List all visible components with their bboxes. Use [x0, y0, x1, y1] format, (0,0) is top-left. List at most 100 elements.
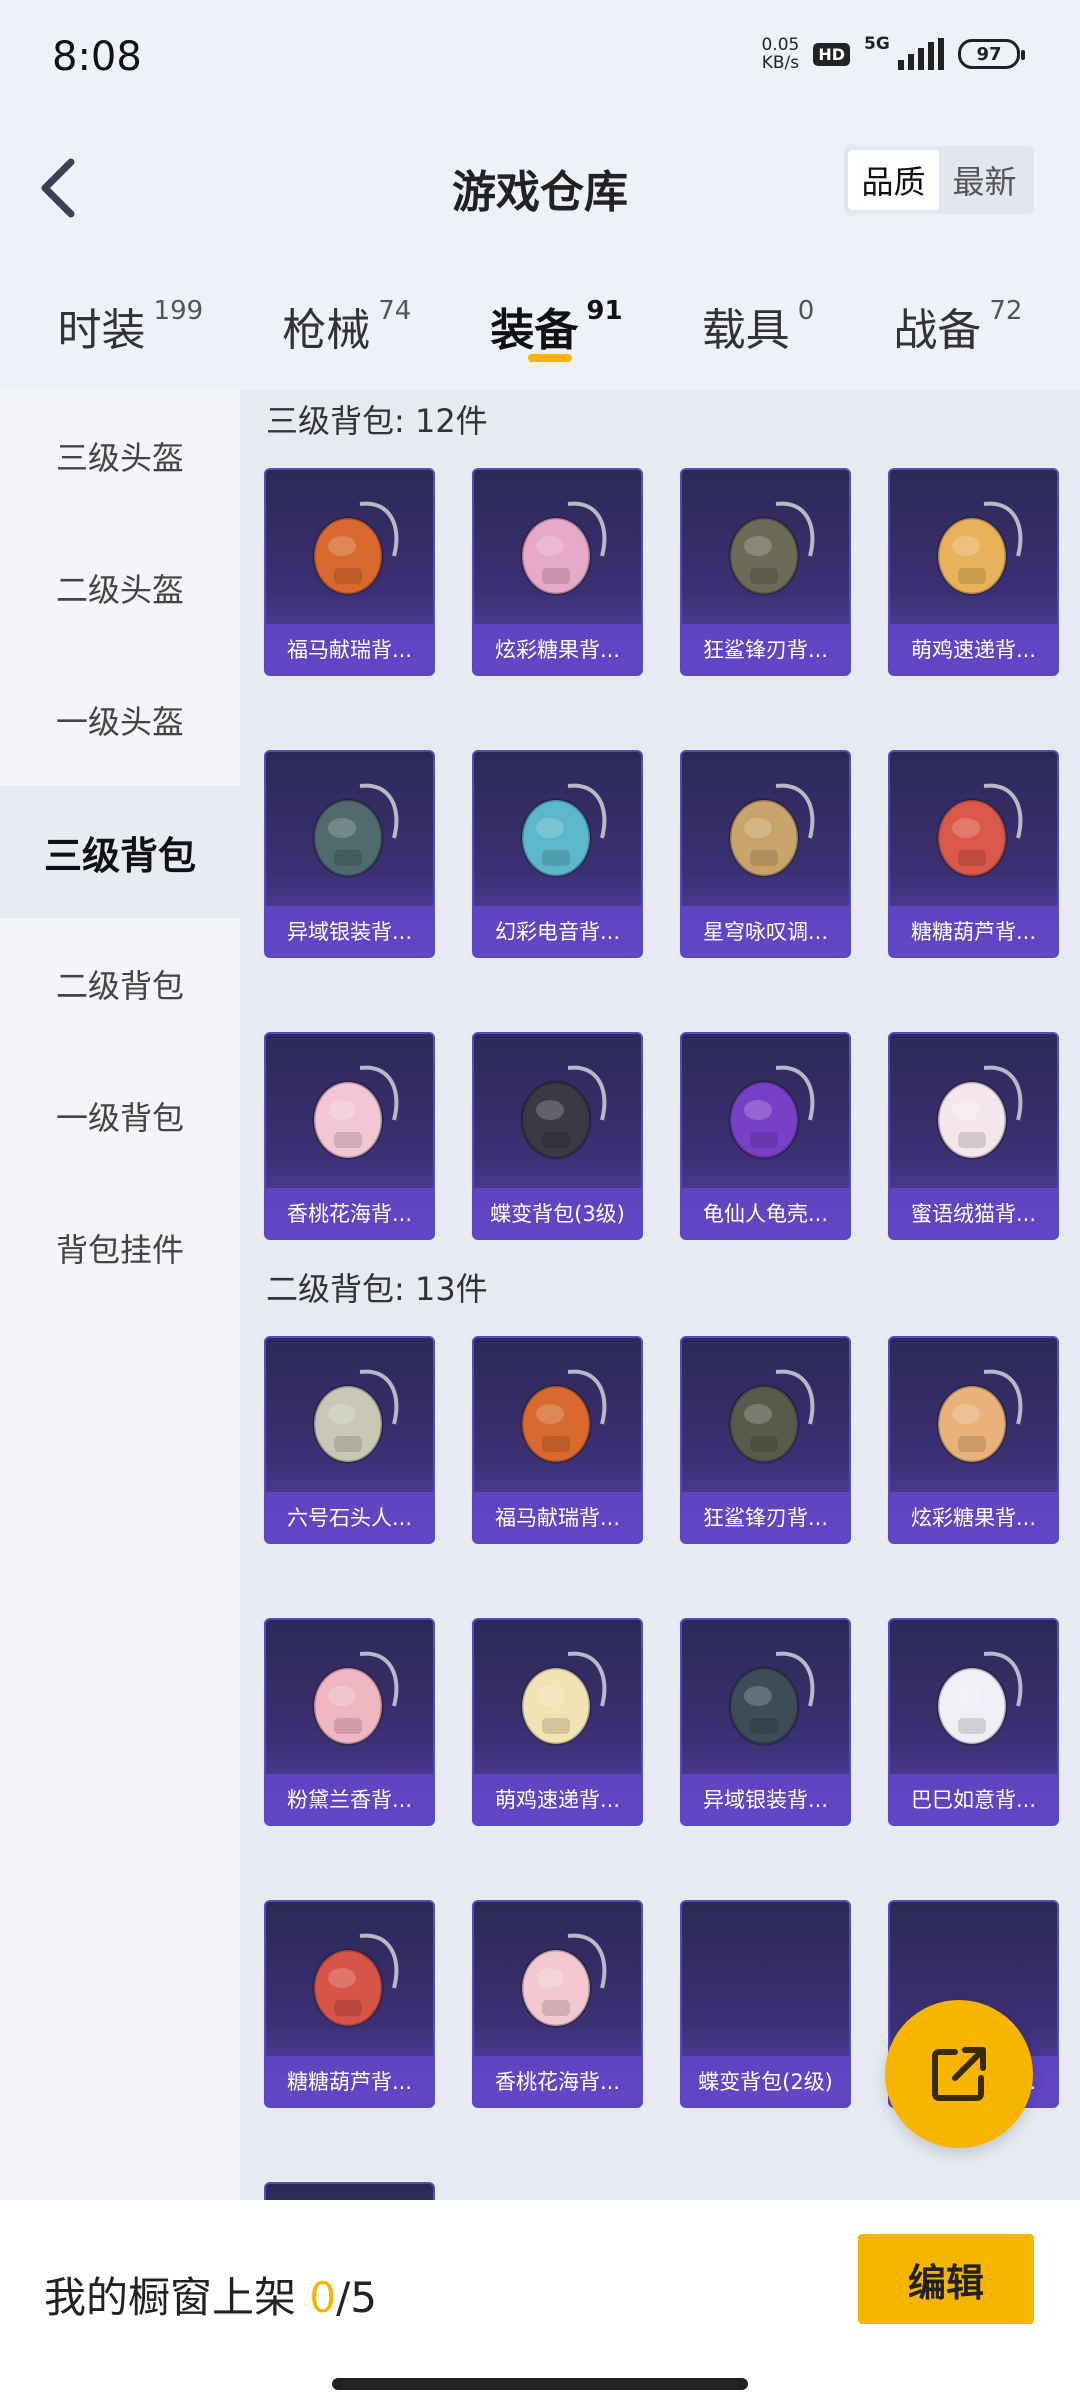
- network-speed-unit: KB/s: [761, 53, 800, 73]
- hd-icon: HD: [813, 42, 850, 66]
- item-card[interactable]: 六号石头人...: [264, 1336, 435, 1544]
- backpack-icon: [520, 1065, 606, 1160]
- item-name: 福马献瑞背...: [474, 1492, 641, 1542]
- item-card[interactable]: 糖糖葫芦背...: [264, 1900, 435, 2108]
- back-button[interactable]: [22, 148, 92, 228]
- status-bar: 8:08 0.05 KB/s HD 5G 97: [0, 0, 1080, 120]
- tab-label: 载具: [701, 305, 790, 356]
- backpack-icon: [520, 783, 606, 878]
- item-image: [890, 1620, 1057, 1772]
- item-name: 异域银装背...: [682, 1774, 849, 1824]
- network-speed: 0.05 KB/s: [761, 36, 799, 72]
- sidebar-item-lv3-backpack[interactable]: 三级背包: [0, 786, 240, 918]
- backpack-icon: [312, 501, 398, 596]
- item-card[interactable]: 萌鸡速递背...: [888, 468, 1059, 676]
- item-name: 萌鸡速递背...: [890, 624, 1057, 674]
- sidebar-item-lv2-backpack[interactable]: 二级背包: [0, 918, 240, 1050]
- item-card[interactable]: 龟仙人龟壳...: [264, 2182, 435, 2200]
- sidebar-item-lv3-helmet[interactable]: 三级头盔: [0, 390, 240, 522]
- sidebar-item-backpack-charms[interactable]: 背包挂件: [0, 1182, 240, 1314]
- item-name: 巴巳如意背...: [890, 1774, 1057, 1824]
- item-card[interactable]: 粉黛兰香背...: [264, 1618, 435, 1826]
- tab-label: 战备: [893, 305, 982, 356]
- sidebar-item-lv1-backpack[interactable]: 一级背包: [0, 1050, 240, 1182]
- status-icons: 0.05 KB/s HD 5G 97: [761, 34, 1025, 72]
- item-card[interactable]: 香桃花海背...: [472, 1900, 643, 2108]
- backpack-icon: [520, 1369, 606, 1464]
- item-card[interactable]: 萌鸡速递背...: [472, 1618, 643, 1826]
- tab-label: 时装: [57, 305, 146, 356]
- item-image: [266, 470, 433, 622]
- home-indicator[interactable]: [332, 2378, 748, 2390]
- item-name: 星穹咏叹调...: [682, 906, 849, 956]
- signal-icon: 5G: [864, 34, 944, 70]
- item-name: 异域银装背...: [266, 906, 433, 956]
- backpack-icon: [312, 1651, 398, 1746]
- item-card[interactable]: 蝶变背包(2级): [680, 1900, 851, 2108]
- tab-guns[interactable]: 枪械 74: [282, 280, 411, 380]
- item-image: [266, 1338, 433, 1490]
- tab-count: 91: [586, 296, 623, 326]
- item-card[interactable]: 炫彩糖果背...: [888, 1336, 1059, 1544]
- item-card[interactable]: 炫彩糖果背...: [472, 468, 643, 676]
- backpack-icon: [728, 1369, 814, 1464]
- item-card[interactable]: 狂鲨锋刃背...: [680, 468, 851, 676]
- item-card[interactable]: 异域银装背...: [264, 750, 435, 958]
- item-name: 糖糖葫芦背...: [890, 906, 1057, 956]
- item-card[interactable]: 福马献瑞背...: [472, 1336, 643, 1544]
- tab-supplies[interactable]: 战备 72: [893, 280, 1022, 380]
- inventory-content[interactable]: 三级背包: 12件 福马献瑞背... 炫彩糖果背... 狂鲨锋刃背... 萌鸡速递背.…: [240, 390, 1080, 2200]
- item-image: [474, 1338, 641, 1490]
- item-name: 香桃花海背...: [266, 1188, 433, 1238]
- item-card[interactable]: 幻彩电音背...: [472, 750, 643, 958]
- sort-newest-button[interactable]: 最新: [939, 150, 1030, 210]
- battery-level: 97: [976, 43, 1002, 65]
- backpack-icon: [728, 1065, 814, 1160]
- back-arrow-icon: [41, 158, 75, 218]
- tab-vehicles[interactable]: 载具 0: [702, 280, 815, 380]
- item-card[interactable]: 狂鲨锋刃背...: [680, 1336, 851, 1544]
- item-card[interactable]: 福马献瑞背...: [264, 468, 435, 676]
- item-card[interactable]: 糖糖葫芦背...: [888, 750, 1059, 958]
- item-card[interactable]: 香桃花海背...: [264, 1032, 435, 1240]
- backpack-icon: [312, 783, 398, 878]
- item-name: 福马献瑞背...: [266, 624, 433, 674]
- item-image: [890, 752, 1057, 904]
- status-time: 8:08: [52, 34, 142, 80]
- tab-count: 199: [153, 296, 204, 326]
- item-image: [266, 1034, 433, 1186]
- showcase-label: 我的橱窗上架: [44, 2273, 297, 2322]
- item-card[interactable]: 蜜语绒猫背...: [888, 1032, 1059, 1240]
- backpack-icon: [936, 783, 1022, 878]
- item-card[interactable]: 星穹咏叹调...: [680, 750, 851, 958]
- edit-button[interactable]: 编辑: [858, 2234, 1034, 2324]
- sidebar-item-lv2-helmet[interactable]: 二级头盔: [0, 522, 240, 654]
- share-button[interactable]: [885, 2000, 1033, 2148]
- backpack-icon: [936, 501, 1022, 596]
- item-card[interactable]: 巴巳如意背...: [888, 1618, 1059, 1826]
- item-image: [890, 1034, 1057, 1186]
- item-image: [682, 752, 849, 904]
- network-speed-value: 0.05: [761, 35, 800, 55]
- item-image: [474, 470, 641, 622]
- tab-count: 0: [797, 296, 815, 326]
- item-image: [266, 1902, 433, 2054]
- item-image: [890, 1338, 1057, 1490]
- sort-quality-button[interactable]: 品质: [848, 150, 939, 210]
- item-image: [682, 1902, 849, 2054]
- sidebar-item-lv1-helmet[interactable]: 一级头盔: [0, 654, 240, 786]
- showcase-count: 0: [309, 2273, 337, 2322]
- tab-label: 装备: [490, 305, 579, 356]
- item-card[interactable]: 异域银装背...: [680, 1618, 851, 1826]
- tab-fashion[interactable]: 时装 199: [58, 280, 204, 380]
- tab-count: 72: [989, 296, 1023, 326]
- item-image: [266, 752, 433, 904]
- section-title: 三级背包: 12件: [266, 402, 488, 440]
- item-card[interactable]: 龟仙人龟壳...: [680, 1032, 851, 1240]
- item-image: [474, 752, 641, 904]
- network-type: 5G: [864, 34, 890, 54]
- backpack-icon: [728, 1651, 814, 1746]
- tab-equipment[interactable]: 装备 91: [490, 280, 623, 380]
- item-card[interactable]: 蝶变背包(3级): [472, 1032, 643, 1240]
- item-image: [474, 1620, 641, 1772]
